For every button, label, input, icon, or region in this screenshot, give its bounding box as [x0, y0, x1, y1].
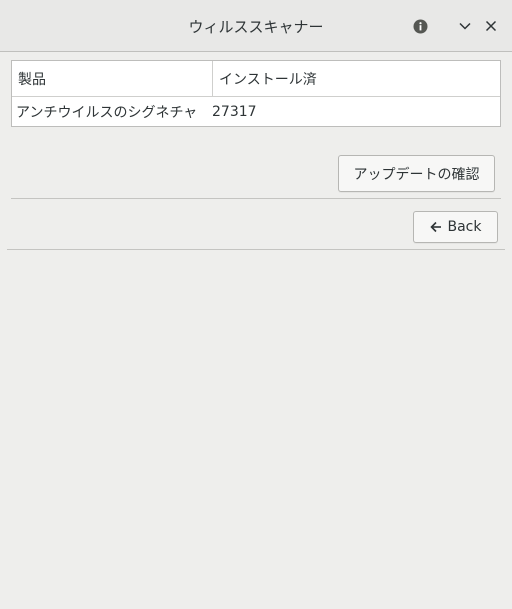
- arrow-left-icon: [429, 221, 441, 233]
- cell-product: アンチウイルスのシグネチャ: [16, 104, 198, 121]
- column-header-product[interactable]: 製品: [12, 61, 213, 96]
- cell-installed: 27317: [212, 103, 257, 120]
- collapse-button[interactable]: [455, 16, 475, 36]
- info-icon: [413, 19, 427, 33]
- divider: [11, 198, 501, 199]
- info-button[interactable]: [410, 16, 430, 36]
- divider: [7, 249, 505, 250]
- table-header-row: 製品 インストール済: [12, 61, 500, 96]
- column-header-installed[interactable]: インストール済: [213, 61, 500, 96]
- close-icon: [485, 20, 497, 32]
- back-button-label: Back: [447, 219, 482, 235]
- close-button[interactable]: [481, 16, 501, 36]
- titlebar: ウィルススキャナー: [0, 0, 512, 52]
- content-area: 製品 インストール済 アンチウイルスのシグネチャ 27317 アップデートの確認…: [5, 52, 507, 604]
- window: ウィルススキャナー 製品 インストール済 アンチウイルスのシグネチャ 27317…: [0, 0, 512, 609]
- table-row[interactable]: アンチウイルスのシグネチャ 27317: [12, 96, 500, 126]
- window-title: ウィルススキャナー: [188, 18, 324, 36]
- check-updates-button[interactable]: アップデートの確認: [338, 155, 495, 192]
- product-table: 製品 インストール済 アンチウイルスのシグネチャ 27317: [11, 60, 501, 127]
- chevron-down-icon: [459, 22, 471, 30]
- back-button[interactable]: Back: [413, 211, 498, 243]
